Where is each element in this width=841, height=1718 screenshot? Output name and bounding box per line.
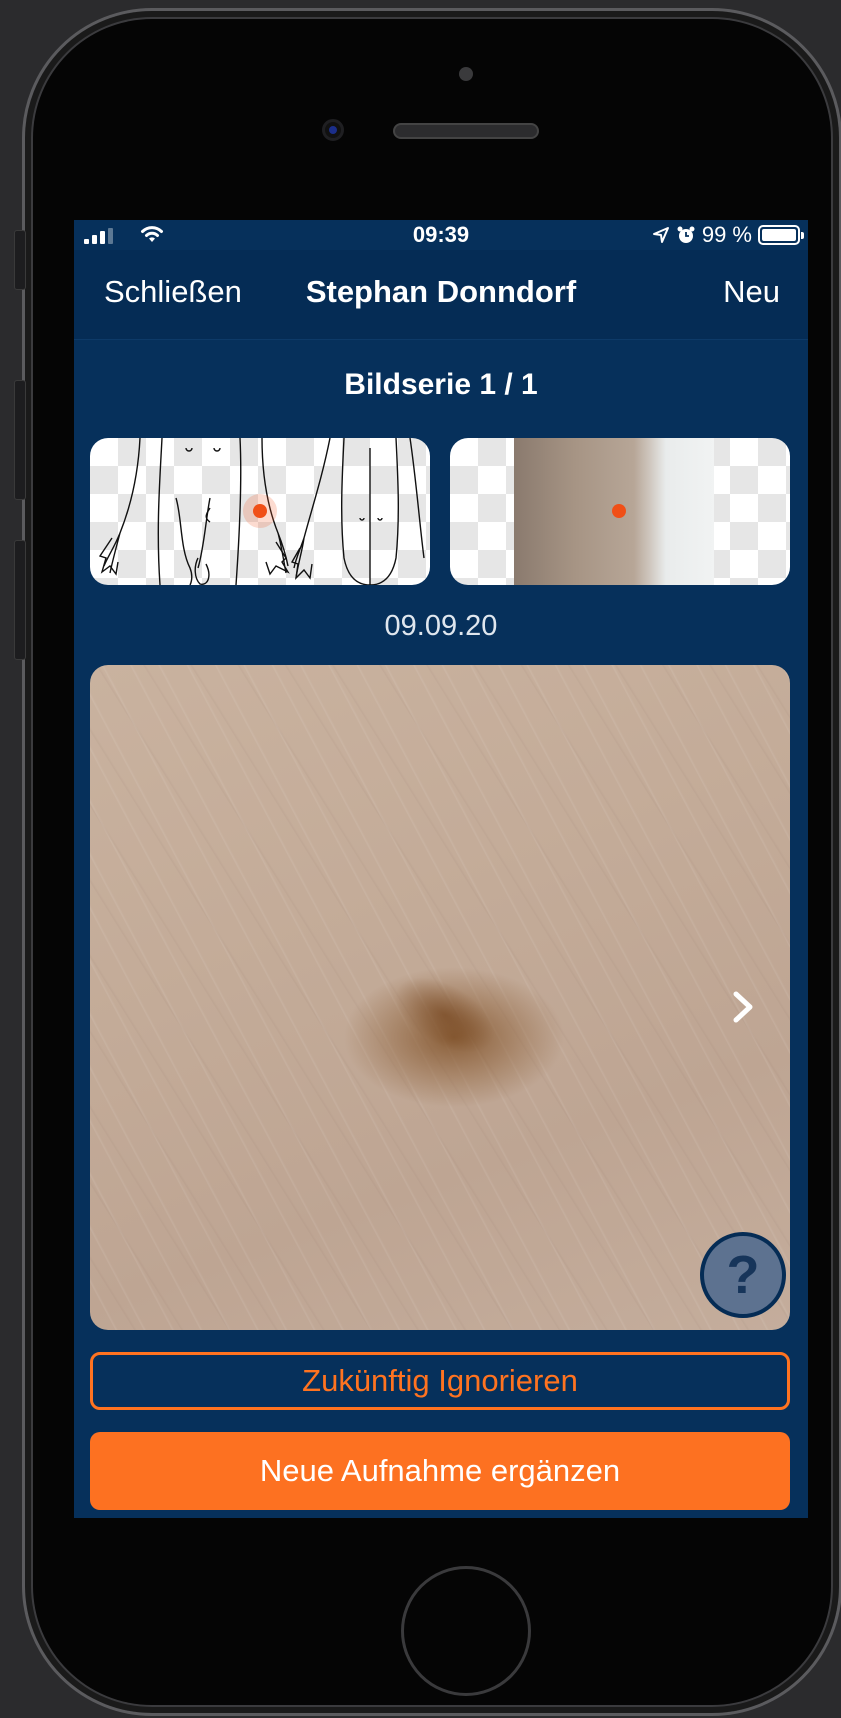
add-new-capture-button[interactable]: Neue Aufnahme ergänzen xyxy=(90,1432,790,1510)
app-screen: 09:39 99 % Schließen Stephan Donndorf Ne… xyxy=(74,220,808,1518)
close-button[interactable]: Schließen xyxy=(104,274,242,310)
new-button[interactable]: Neu xyxy=(723,274,780,310)
help-button[interactable]: ? xyxy=(700,1232,786,1318)
body-map-thumbnail[interactable] xyxy=(90,438,430,585)
home-button[interactable] xyxy=(401,1566,531,1696)
navigation-bar: Schließen Stephan Donndorf Neu xyxy=(74,250,808,340)
volume-up-button[interactable] xyxy=(14,380,26,500)
location-marker-icon xyxy=(253,504,267,518)
proximity-sensor xyxy=(459,67,473,81)
battery-icon xyxy=(758,225,804,245)
battery-level xyxy=(762,229,796,241)
chevron-right-icon[interactable] xyxy=(726,990,760,1024)
location-arrow-icon xyxy=(652,227,669,243)
front-camera xyxy=(322,119,344,141)
dermatoscope-image[interactable] xyxy=(90,665,790,1330)
alarm-icon xyxy=(677,226,695,243)
closeup-thumbnail[interactable] xyxy=(450,438,790,585)
location-marker-icon xyxy=(612,504,626,518)
series-title: Bildserie 1 / 1 xyxy=(344,368,538,401)
series-date: 09.09.20 xyxy=(384,610,498,642)
status-bar: 09:39 99 % xyxy=(74,220,808,250)
ignore-in-future-button[interactable]: Zukünftig Ignorieren xyxy=(90,1352,790,1410)
volume-down-button[interactable] xyxy=(14,540,26,660)
mute-switch[interactable] xyxy=(14,230,26,290)
battery-percentage: 99 % xyxy=(701,222,752,247)
mole-area xyxy=(382,961,508,1069)
question-mark-icon: ? xyxy=(726,1245,760,1305)
earpiece-speaker xyxy=(393,123,539,139)
status-right-group: 99 % xyxy=(652,222,804,248)
